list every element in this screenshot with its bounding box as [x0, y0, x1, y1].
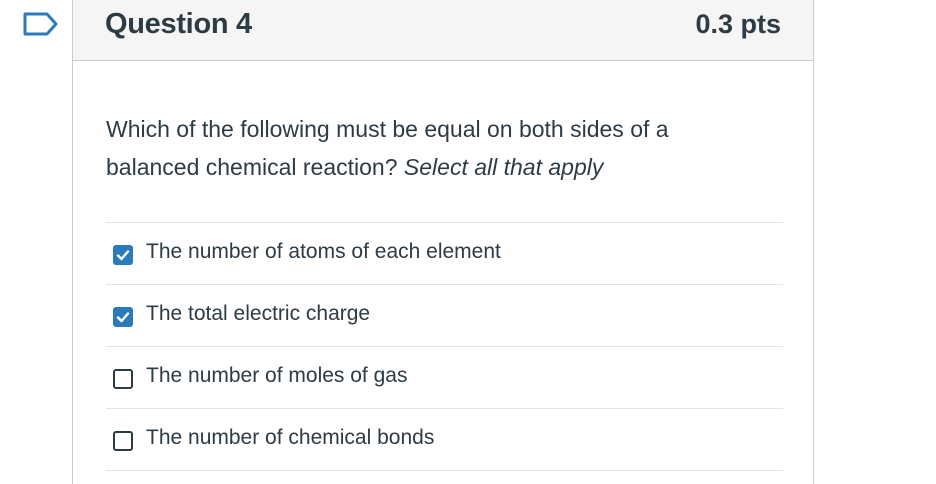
question-text-instruction: Select all that apply	[403, 154, 604, 180]
answer-option[interactable]: The number of atoms of each element	[106, 223, 783, 285]
answer-label: The number of atoms of each element	[146, 240, 501, 263]
answer-list: The number of atoms of each element The …	[106, 222, 783, 471]
question-card: Question 4 0.3 pts Which of the followin…	[72, 0, 814, 484]
checkbox-unchecked[interactable]	[113, 431, 133, 451]
answer-label: The total electric charge	[146, 302, 371, 325]
flag-outline-icon[interactable]	[21, 10, 61, 38]
checkbox-unchecked[interactable]	[113, 369, 133, 389]
checkbox-checked[interactable]	[113, 245, 133, 265]
answer-label: The number of chemical bonds	[146, 426, 435, 449]
answer-option[interactable]: The number of chemical bonds	[106, 409, 783, 471]
answer-label: The number of moles of gas	[146, 364, 408, 387]
checkbox-checked[interactable]	[113, 307, 133, 327]
question-points: 0.3 pts	[695, 9, 781, 39]
question-title: Question 4	[105, 8, 252, 40]
question-text: Which of the following must be equal on …	[106, 110, 766, 186]
checkmark-icon	[116, 250, 130, 261]
answer-option[interactable]: The number of moles of gas	[106, 347, 783, 409]
answer-option[interactable]: The total electric charge	[106, 285, 783, 347]
quiz-page: Question 4 0.3 pts Which of the followin…	[0, 0, 936, 484]
question-header: Question 4 0.3 pts	[73, 0, 813, 61]
checkmark-icon	[116, 312, 130, 323]
